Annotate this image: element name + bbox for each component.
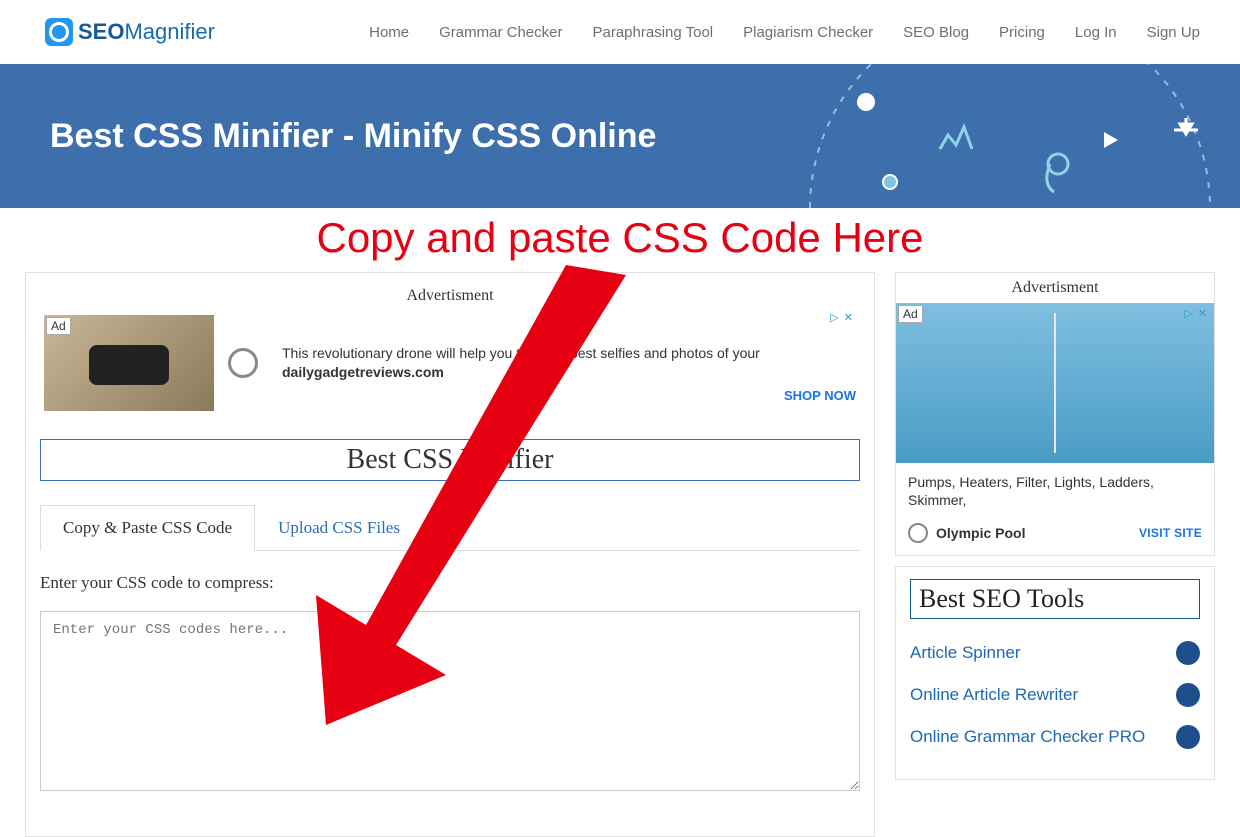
main-nav: Home Grammar Checker Paraphrasing Tool P… bbox=[369, 24, 1200, 41]
ad-domain: dailygadgetreviews.com bbox=[282, 364, 444, 380]
sidebar-tools-title: Best SEO Tools bbox=[910, 579, 1200, 619]
nav-grammar-checker[interactable]: Grammar Checker bbox=[439, 24, 562, 41]
input-label: Enter your CSS code to compress: bbox=[40, 573, 860, 593]
logo[interactable]: SEOMagnifier bbox=[45, 18, 215, 46]
ad-badge: Ad bbox=[46, 317, 71, 335]
ad-sidebar-desc: Pumps, Heaters, Filter, Lights, Ladders,… bbox=[896, 463, 1214, 515]
ad-cta-button[interactable]: SHOP NOW bbox=[784, 388, 856, 403]
nav-plagiarism-checker[interactable]: Plagiarism Checker bbox=[743, 24, 873, 41]
nav-home[interactable]: Home bbox=[369, 24, 409, 41]
annotation-text: Copy and paste CSS Code Here bbox=[0, 208, 1240, 272]
globe-icon bbox=[908, 523, 928, 543]
tool-link-grammar-checker[interactable]: Online Grammar Checker PRO bbox=[910, 727, 1168, 747]
tool-link-article-rewriter[interactable]: Online Article Rewriter bbox=[910, 685, 1168, 705]
ad-sidebar[interactable]: Ad ▷ ✕ Pumps, Heaters, Filter, Lights, L… bbox=[896, 303, 1214, 555]
header: SEOMagnifier Home Grammar Checker Paraph… bbox=[0, 0, 1240, 64]
tool-icon bbox=[1176, 683, 1200, 707]
sidebar-ad-card: Advertisment Ad ▷ ✕ Pumps, Heaters, Filt… bbox=[895, 272, 1215, 556]
ad-close-icon-side[interactable]: ▷ ✕ bbox=[1184, 307, 1208, 320]
ad-thumbnail: Ad bbox=[44, 315, 214, 411]
tab-copy-paste[interactable]: Copy & Paste CSS Code bbox=[40, 505, 255, 551]
sidebar-tools-card: Best SEO Tools Article Spinner Online Ar… bbox=[895, 566, 1215, 780]
logo-icon bbox=[45, 18, 73, 46]
tool-icon bbox=[1176, 725, 1200, 749]
nav-pricing[interactable]: Pricing bbox=[999, 24, 1045, 41]
list-item: Online Grammar Checker PRO bbox=[910, 717, 1200, 759]
ad-sidebar-name: Olympic Pool bbox=[936, 525, 1025, 541]
hero-banner: Best CSS Minifier - Minify CSS Online bbox=[0, 64, 1240, 208]
ad-badge-side: Ad bbox=[898, 305, 923, 323]
ad-sidebar-cta[interactable]: VISIT SITE bbox=[1139, 526, 1202, 540]
list-item: Online Article Rewriter bbox=[910, 675, 1200, 717]
tabs: Copy & Paste CSS Code Upload CSS Files bbox=[40, 505, 860, 551]
tab-upload-files[interactable]: Upload CSS Files bbox=[255, 505, 423, 551]
nav-seo-blog[interactable]: SEO Blog bbox=[903, 24, 969, 41]
tool-icon bbox=[1176, 641, 1200, 665]
ad-sidebar-image: Ad ▷ ✕ bbox=[896, 303, 1214, 463]
nav-login[interactable]: Log In bbox=[1075, 24, 1117, 41]
tool-title: Best CSS Minifier bbox=[40, 439, 860, 481]
logo-text-seo: SEO bbox=[78, 19, 124, 44]
hero-decoration bbox=[770, 64, 1240, 208]
nav-paraphrasing-tool[interactable]: Paraphrasing Tool bbox=[592, 24, 713, 41]
sidebar: Advertisment Ad ▷ ✕ Pumps, Heaters, Filt… bbox=[895, 272, 1215, 790]
ad-main[interactable]: ▷ ✕ Ad This revolutionary drone will hel… bbox=[40, 311, 860, 421]
list-item: Article Spinner bbox=[910, 633, 1200, 675]
page-title: Best CSS Minifier - Minify CSS Online bbox=[50, 116, 656, 157]
ad-text: This revolutionary drone will help you t… bbox=[282, 344, 770, 382]
tool-link-article-spinner[interactable]: Article Spinner bbox=[910, 643, 1168, 663]
nav-signup[interactable]: Sign Up bbox=[1147, 24, 1200, 41]
main-panel: Advertisment ▷ ✕ Ad This revolutionary d… bbox=[25, 272, 875, 837]
ad-close-icon[interactable]: ▷ ✕ bbox=[830, 311, 854, 324]
ad-label-main: Advertisment bbox=[40, 287, 860, 305]
ad-label-side: Advertisment bbox=[896, 273, 1214, 297]
logo-text-magnifier: Magnifier bbox=[124, 19, 214, 44]
tab-panel: Enter your CSS code to compress: bbox=[40, 550, 860, 796]
css-input[interactable] bbox=[40, 611, 860, 791]
globe-icon bbox=[228, 348, 258, 378]
